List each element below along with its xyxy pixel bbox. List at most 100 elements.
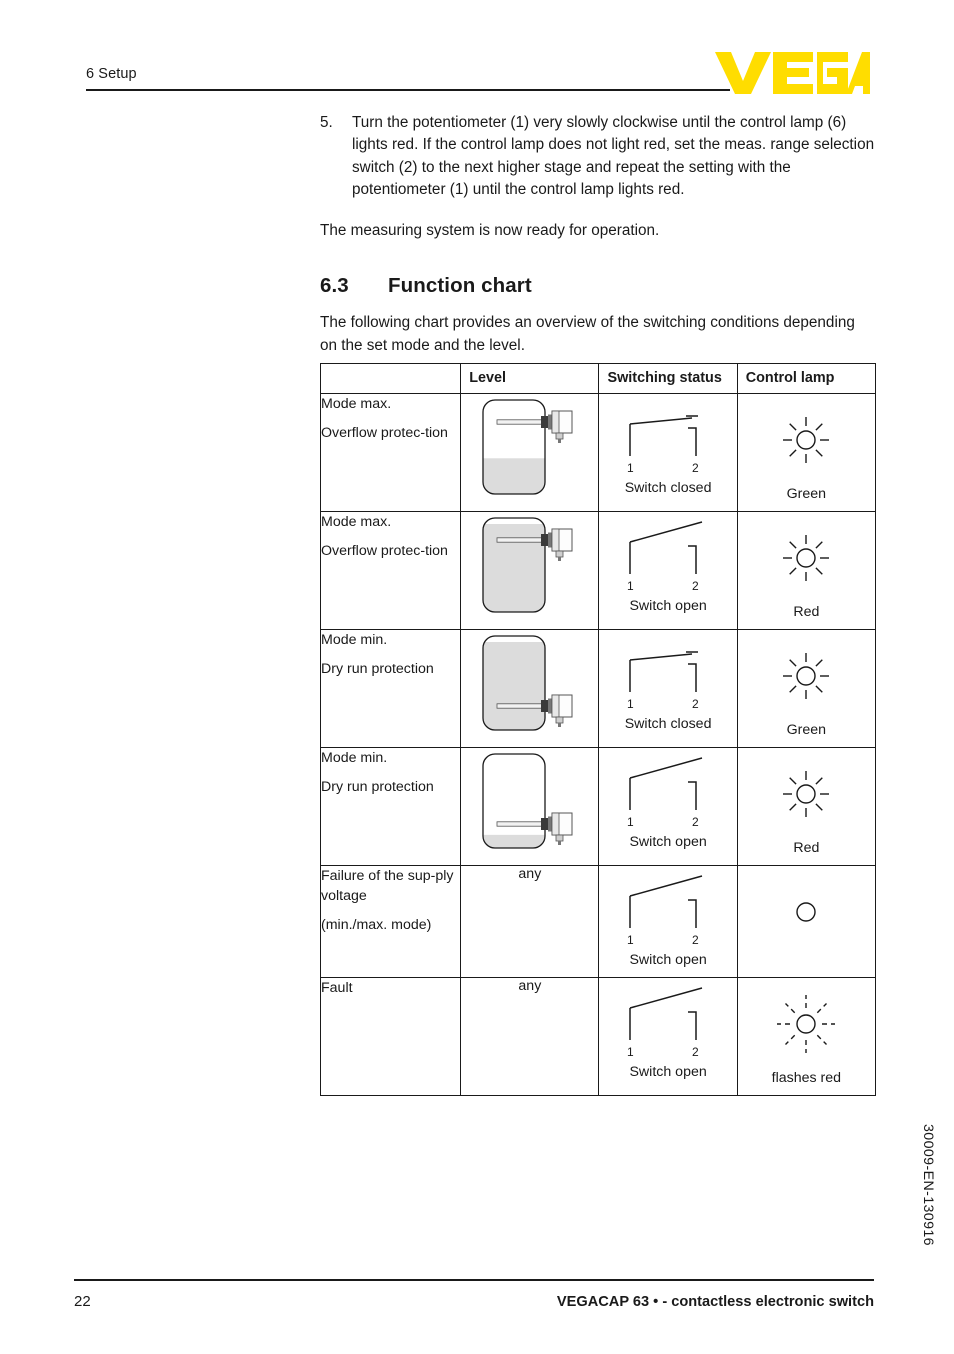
mode-line: Mode min. [321, 632, 388, 648]
vessel-level-diagram [461, 512, 598, 629]
lamp-color-caption [738, 958, 875, 967]
table-row: Mode min. Dry run protection 1 2 Switch c… [319, 629, 877, 748]
switch-contact-icon: 1 2 [599, 866, 736, 952]
svg-text:1: 1 [627, 1045, 634, 1059]
lamp-off-icon [738, 866, 875, 958]
cell-control-lamp: Red [736, 511, 877, 630]
switch-status-caption: Switch closed [624, 480, 712, 496]
svg-text:1: 1 [627, 933, 634, 947]
lamp-color-caption: Green [786, 486, 827, 502]
document-title: VEGACAP 63 • - contactless electronic sw… [556, 1294, 874, 1310]
cell-control-lamp: Green [736, 393, 877, 512]
cell-control-lamp: flashes red [736, 977, 877, 1096]
switch-contact-icon: 1 2 [599, 978, 736, 1064]
ready-note: The measuring system is now ready for op… [320, 222, 660, 239]
switch-status-caption: Switch open [629, 834, 707, 850]
table-row: Mode min. Dry run protection 1 2 Switch o… [319, 747, 877, 866]
footer-divider [74, 1279, 874, 1281]
mode-line: Mode min. [321, 750, 388, 766]
switch-contact-icon: 1 2 [599, 512, 736, 598]
switch-contact-icon: 1 2 [599, 630, 736, 716]
lamp-on-icon [738, 630, 875, 722]
svg-text:2: 2 [692, 461, 699, 475]
column-header-mode [319, 363, 462, 394]
mode-line: Dry run protection [321, 661, 434, 678]
section-heading: 6.3 Function chart [320, 274, 876, 298]
svg-text:1: 1 [627, 579, 634, 593]
step-text: Turn the potentiometer (1) very slowly c… [352, 114, 875, 198]
cell-mode-description: Mode max. Overflow protec-​tion [319, 511, 462, 630]
table-row: Fault any 1 2 Switch open flashes red [319, 977, 877, 1096]
table-header-row: Level Switching status Control lamp [319, 363, 877, 394]
mode-line: Dry run protection [321, 779, 434, 796]
cell-level [460, 511, 600, 630]
document-code: 30009-EN-130916 [920, 1124, 936, 1246]
cell-switching-status: 1 2 Switch open [598, 511, 738, 630]
cell-mode-description: Failure of the sup-​ply voltage (min./max… [319, 865, 462, 978]
header-divider [86, 89, 730, 91]
vessel-level-diagram [461, 394, 598, 511]
vessel-level-diagram [461, 630, 598, 747]
vessel-level-diagram [461, 748, 598, 865]
table-row: Mode max. Overflow protec-​tion 1 2 Switc… [319, 393, 877, 512]
lamp-color-caption: flashes red [771, 1070, 842, 1086]
cell-mode-description: Mode min. Dry run protection [319, 629, 462, 748]
svg-text:2: 2 [692, 933, 699, 947]
table-row: Failure of the sup-​ply voltage (min./max… [319, 865, 877, 978]
lamp-color-caption: Red [793, 604, 820, 620]
mode-line: Overflow protec-​tion [321, 543, 448, 560]
mode-line: Mode max. [321, 514, 392, 530]
cell-control-lamp [736, 865, 877, 978]
column-header-switching-status: Switching status [598, 363, 738, 394]
mode-line: Failure of the sup-​ply voltage [321, 868, 454, 905]
cell-level [460, 629, 600, 748]
cell-switching-status: 1 2 Switch closed [598, 629, 738, 748]
switch-status-caption: Switch open [629, 598, 707, 614]
header-chapter-label: 6 Setup [86, 66, 137, 82]
cell-switching-status: 1 2 Switch open [598, 747, 738, 866]
mode-line: Overflow protec-​tion [321, 425, 448, 442]
cell-switching-status: 1 2 Switch closed [598, 393, 738, 512]
svg-text:2: 2 [692, 579, 699, 593]
column-header-control-lamp: Control lamp [736, 363, 877, 394]
cell-mode-description: Fault [319, 977, 462, 1096]
switch-status-caption: Switch open [629, 1064, 707, 1080]
lamp-on-icon [738, 394, 875, 486]
switch-status-caption: Switch open [629, 952, 707, 968]
svg-text:2: 2 [692, 697, 699, 711]
page-title: Function chart [388, 274, 532, 298]
lamp-on-icon [738, 748, 875, 840]
svg-text:2: 2 [692, 815, 699, 829]
cell-mode-description: Mode min. Dry run protection [319, 747, 462, 866]
column-header-level: Level [460, 363, 600, 394]
cell-level: any [460, 865, 600, 978]
main-content: 5. Turn the potentiometer (1) very slowl… [320, 112, 876, 357]
lamp-color-caption: Red [793, 840, 820, 856]
step-number: 5. [320, 114, 333, 131]
cell-control-lamp: Red [736, 747, 877, 866]
lamp-color-caption: Green [786, 722, 827, 738]
section-intro: The following chart provides an overview… [320, 314, 855, 354]
lamp-flashing-icon [738, 978, 875, 1070]
page-number: 22 [74, 1293, 91, 1310]
page-header: 6 Setup [86, 52, 870, 100]
function-chart-table: Level Switching status Control lamp Mode… [319, 363, 877, 1096]
svg-text:1: 1 [627, 815, 634, 829]
cell-switching-status: 1 2 Switch open [598, 977, 738, 1096]
cell-level: any [460, 977, 600, 1096]
cell-level [460, 393, 600, 512]
level-value: any [518, 978, 542, 994]
level-value: any [518, 866, 542, 882]
mode-line: Fault [321, 980, 353, 996]
table-row: Mode max. Overflow protec-​tion 1 2 Switc… [319, 511, 877, 630]
section-number: 6.3 [320, 274, 349, 298]
mode-line: (min./max. mode) [321, 917, 432, 934]
cell-level [460, 747, 600, 866]
mode-line: Mode max. [321, 396, 392, 412]
svg-text:1: 1 [627, 697, 634, 711]
svg-text:2: 2 [692, 1045, 699, 1059]
svg-text:1: 1 [627, 461, 634, 475]
switch-contact-icon: 1 2 [599, 394, 736, 480]
lamp-on-icon [738, 512, 875, 604]
cell-switching-status: 1 2 Switch open [598, 865, 738, 978]
